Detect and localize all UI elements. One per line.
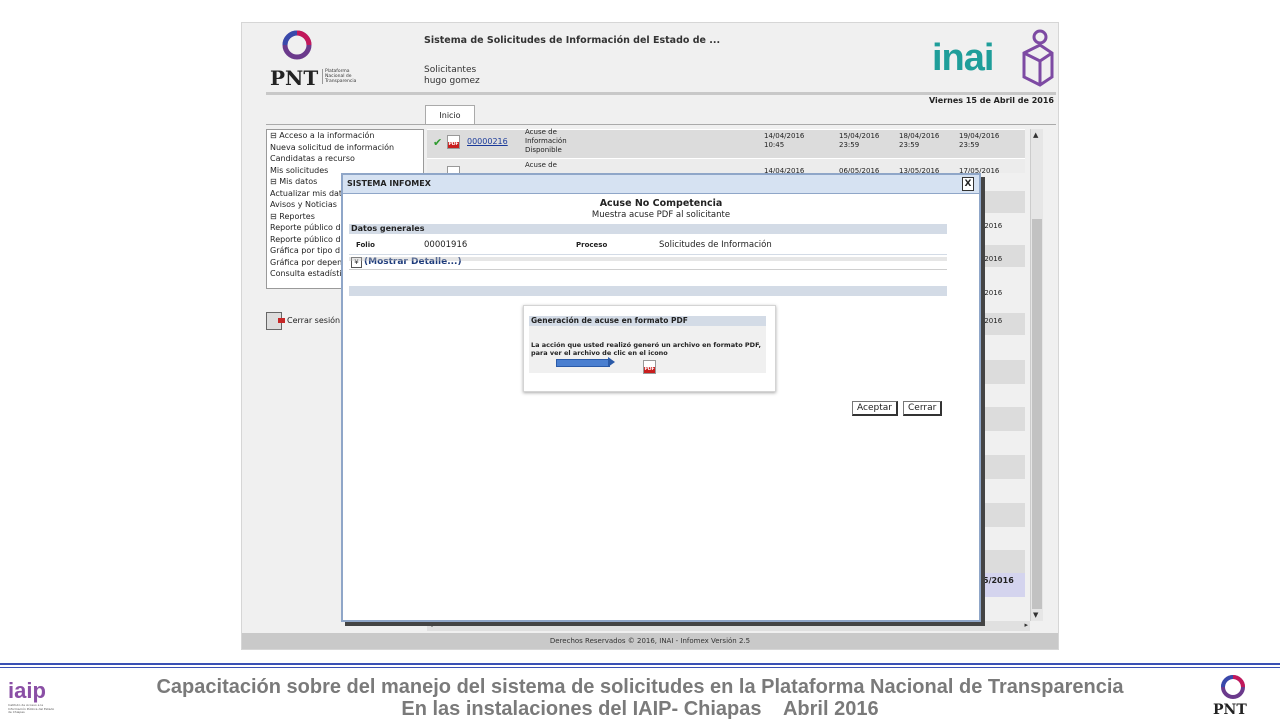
folio-label: Folio <box>356 241 375 249</box>
infomex-dialog: SISTEMA INFOMEX X Acuse No Competencia M… <box>341 173 981 622</box>
table-row <box>977 191 1025 213</box>
row-description: Acuse de Información Disponible <box>525 128 567 154</box>
date-col-1: 14/04/2016 10:45 <box>764 132 805 149</box>
close-icon[interactable]: X <box>962 177 974 191</box>
pnt-flower-icon <box>1216 672 1250 702</box>
pdf-generation-box: Generación de acuse en formato PDF La ac… <box>523 305 776 392</box>
scroll-left-icon[interactable]: ◂ <box>429 621 433 629</box>
date-col-3: 18/04/2016 23:59 <box>899 132 940 149</box>
pnt-flower-icon <box>272 27 322 63</box>
status-bar: Derechos Reservados © 2016, INAI - Infom… <box>242 633 1058 649</box>
scroll-right-icon[interactable]: ▸ <box>1024 621 1028 629</box>
folio-link[interactable]: 00000216 <box>467 137 508 146</box>
arrow-head-icon <box>608 357 615 367</box>
arrow-indicator <box>556 359 610 367</box>
scrollbar-thumb[interactable] <box>1032 219 1042 609</box>
table-row <box>977 407 1025 431</box>
row-date: /2016 <box>982 255 1003 263</box>
accept-button[interactable]: Aceptar <box>852 401 898 416</box>
tab-underline <box>266 124 1056 125</box>
caption-line-1: Capacitación sobre del manejo del sistem… <box>156 676 1124 698</box>
tab-inicio[interactable]: Inicio <box>425 105 475 125</box>
sidebar-item-acceso[interactable]: ⊟ Acceso a la información <box>267 130 423 142</box>
proceso-value: Solicitudes de Información <box>659 240 772 250</box>
pnt-logo-text: PNT <box>270 66 319 90</box>
caption-line-2: En las instalaciones del IAIP- Chiapas A… <box>401 698 879 720</box>
folio-value: 00001916 <box>424 240 468 250</box>
table-row <box>977 455 1025 479</box>
horizontal-scrollbar[interactable]: ◂ ▸ <box>427 621 1030 631</box>
pnt-logo-sub: Plataforma Nacional de Transparencia <box>322 69 365 84</box>
section-header: Datos generales <box>349 224 947 234</box>
pdf-box-header: Generación de acuse en formato PDF <box>529 316 766 326</box>
user-role: Solicitantes <box>424 65 477 75</box>
section-title: Datos generales <box>351 224 425 233</box>
proceso-label: Proceso <box>576 241 608 249</box>
current-date: Viernes 15 de Abril de 2016 <box>928 96 1054 105</box>
date-col-4: 19/04/2016 23:59 <box>959 132 1000 149</box>
logout-icon[interactable] <box>266 312 285 330</box>
logout-link[interactable]: Cerrar sesión <box>287 316 340 325</box>
detail-bar <box>349 257 947 261</box>
table-row <box>977 550 1025 574</box>
table-row[interactable]: Acuse de 14/04/2016 06/05/2016 13/05/201… <box>427 158 1025 180</box>
pnt-logo-footer-text: PNT <box>1213 702 1247 718</box>
row-date: /2016 <box>982 222 1003 230</box>
vertical-scrollbar[interactable]: ▲ ▼ <box>1030 129 1043 621</box>
dialog-title: SISTEMA INFOMEX <box>347 179 431 188</box>
dialog-heading: Acuse No Competencia <box>599 198 723 209</box>
table-row-highlight: 5/2016 <box>977 573 1025 597</box>
sidebar-item-nueva-solicitud[interactable]: Nueva solicitud de información <box>267 142 423 154</box>
header-divider <box>266 92 1056 95</box>
app-title: Sistema de Solicitudes de Información de… <box>424 35 721 46</box>
footer-rule <box>0 667 1280 668</box>
row-date: /2016 <box>982 317 1003 325</box>
pdf-icon[interactable] <box>447 135 460 149</box>
sidebar-item-candidatas[interactable]: Candidatas a recurso <box>267 153 423 165</box>
scroll-down-icon[interactable]: ▼ <box>1033 611 1038 619</box>
table-row[interactable]: ✔ 00000216 Acuse deInformaciónDisponible… <box>427 128 1025 158</box>
divider <box>349 269 947 270</box>
close-button[interactable]: Cerrar <box>903 401 943 416</box>
inai-figure-icon <box>1014 27 1054 87</box>
inai-logo-text: inai <box>932 37 994 79</box>
row-description: Acuse de <box>525 161 557 169</box>
scroll-up-icon[interactable]: ▲ <box>1033 131 1038 139</box>
table-row <box>977 503 1025 527</box>
dialog-subheading: Muestra acuse PDF al solicitante <box>591 210 731 220</box>
section-bar <box>349 286 947 296</box>
check-icon: ✔ <box>433 136 443 149</box>
dialog-title-bar: SISTEMA INFOMEX X <box>343 175 979 194</box>
pdf-box-title: Generación de acuse en formato PDF <box>531 316 688 325</box>
highlight-date: 5/2016 <box>983 576 1014 585</box>
pdf-box-text: La acción que usted realizó generó un ar… <box>531 341 761 357</box>
pdf-download-icon[interactable] <box>643 360 656 374</box>
user-name: hugo gomez <box>424 76 480 86</box>
row-date: /2016 <box>982 289 1003 297</box>
pdf-box-body: La acción que usted realizó generó un ar… <box>529 326 766 374</box>
divider <box>349 254 947 255</box>
date-col-2: 15/04/2016 23:59 <box>839 132 880 149</box>
footer-rule <box>0 663 1280 665</box>
table-row <box>977 360 1025 384</box>
